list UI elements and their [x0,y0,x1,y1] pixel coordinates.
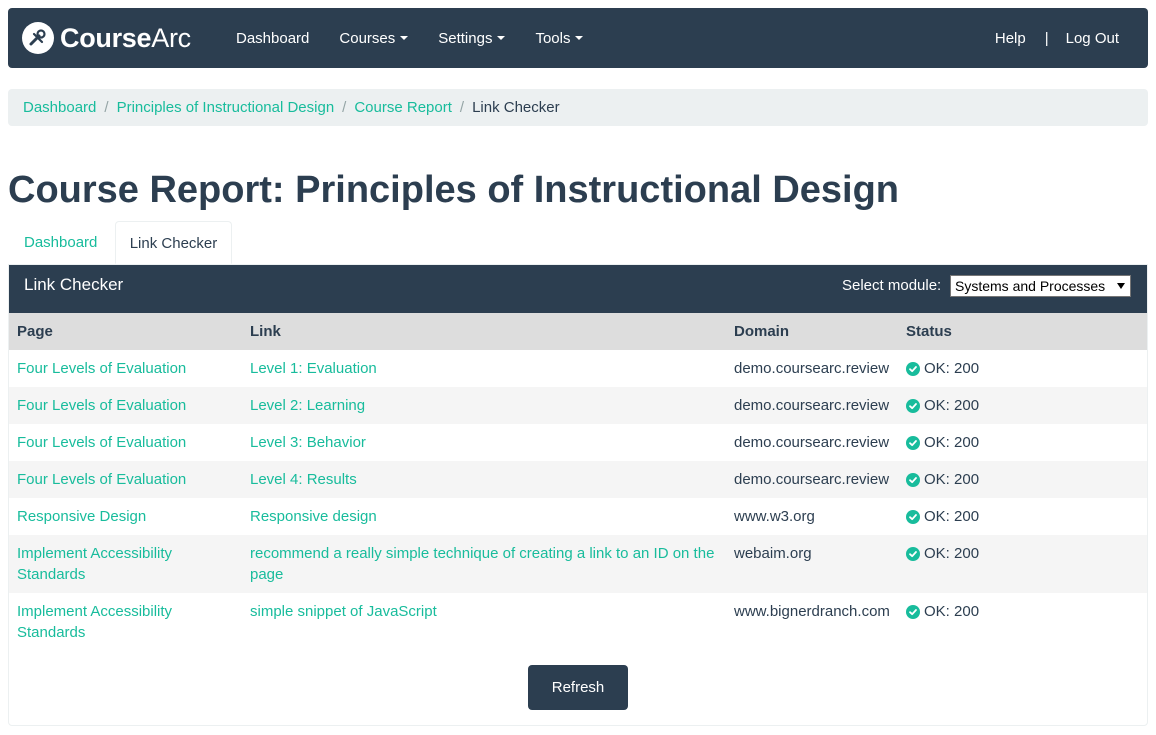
status-cell: OK: 200 [898,461,1147,498]
check-circle-icon [906,546,920,561]
page-link[interactable]: Responsive Design [9,498,242,535]
page-link[interactable]: Implement Accessibility Standards [9,535,242,593]
status-text: OK: 200 [924,545,980,562]
nav-settings-dropdown[interactable]: Settings [438,29,506,47]
logout-link[interactable]: Log Out [1066,30,1119,47]
breadcrumb-separator: / [459,99,465,116]
table-row: Four Levels of Evaluation Level 3: Behav… [9,424,1147,461]
page-link[interactable]: Four Levels of Evaluation [9,387,242,424]
status-cell: OK: 200 [898,424,1147,461]
page-link[interactable]: Four Levels of Evaluation [9,350,242,387]
status-text: OK: 200 [924,471,980,488]
status-text: OK: 200 [924,603,980,620]
domain-cell: www.w3.org [734,508,815,525]
domain-cell: demo.coursearc.review [734,360,890,377]
top-navbar: CourseArc Dashboard Courses Settings Too… [8,8,1148,68]
nav-separator: | [1044,29,1049,47]
page-title: Course Report: Principles of Instruction… [8,169,900,211]
breadcrumb-course-report[interactable]: Course Report [354,99,452,116]
table-row: Responsive Design Responsive design www.… [9,498,1147,535]
column-header-link: Link [242,313,726,350]
check-circle-icon [906,398,920,413]
nav-tools-dropdown[interactable]: Tools [535,29,584,47]
nav-label: Courses [339,29,396,47]
nav-label: Dashboard [236,29,310,47]
column-header-status: Status [898,313,1147,350]
breadcrumb-dashboard[interactable]: Dashboard [23,99,96,116]
table-header-row: Page Link Domain Status [9,313,1147,350]
wrench-icon [22,22,54,54]
tab-link-checker[interactable]: Link Checker [115,221,232,264]
status-cell: OK: 200 [898,387,1147,424]
domain-cell: webaim.org [726,535,898,593]
nav-courses-dropdown[interactable]: Courses [339,29,409,47]
checked-link[interactable]: simple snippet of JavaScript [242,593,726,651]
table-row: Four Levels of Evaluation Level 1: Evalu… [9,350,1147,387]
check-circle-icon [906,472,920,487]
breadcrumb: Dashboard / Principles of Instructional … [8,89,1148,126]
brand-name: CourseArc [60,23,191,53]
module-select-label: Select module: [842,277,942,294]
nav-label: Tools [535,29,571,47]
table-row: Implement Accessibility Standards recomm… [9,535,1147,593]
status-text: OK: 200 [924,434,980,451]
column-header-domain: Domain [726,313,898,350]
table-row: Implement Accessibility Standards simple… [9,593,1147,651]
nav-dashboard[interactable]: Dashboard [236,30,309,47]
table-row: Four Levels of Evaluation Level 4: Resul… [9,461,1147,498]
caret-down-icon [497,36,506,40]
main-nav: Dashboard Courses Settings Tools [236,8,613,68]
breadcrumb-separator: / [342,99,347,116]
status-cell: OK: 200 [898,593,1147,651]
status-text: OK: 200 [924,360,980,377]
check-circle-icon [906,509,920,524]
page-link[interactable]: Four Levels of Evaluation [9,424,242,461]
nav-label: Settings [438,29,493,47]
help-link[interactable]: Help [995,30,1026,47]
status-cell: OK: 200 [898,535,1147,593]
dropdown-arrow-icon [1117,283,1125,289]
breadcrumb-course[interactable]: Principles of Instructional Design [117,99,335,116]
module-select-value: Systems and Processes [955,278,1106,294]
panel-title: Link Checker [24,275,124,294]
breadcrumb-current: Link Checker [472,99,560,116]
refresh-button[interactable]: Refresh [528,665,628,710]
domain-cell: demo.coursearc.review [726,461,898,498]
link-table: Page Link Domain Status Four Levels of E… [9,313,1147,651]
domain-cell: www.bignerdranch.com [734,603,890,620]
breadcrumb-separator: / [104,99,109,116]
domain-cell: demo.coursearc.review [734,434,890,451]
page-link[interactable]: Implement Accessibility Standards [9,593,242,651]
page-link[interactable]: Four Levels of Evaluation [9,461,242,498]
brand-logo[interactable]: CourseArc [22,22,191,54]
checked-link[interactable]: Level 4: Results [242,461,726,498]
tab-dashboard[interactable]: Dashboard [8,221,113,264]
status-text: OK: 200 [924,508,980,525]
caret-down-icon [575,36,584,40]
checked-link[interactable]: Responsive design [242,498,726,535]
checked-link[interactable]: Level 1: Evaluation [242,350,726,387]
link-checker-panel: Link Checker Select module: Systems and … [8,264,1148,726]
status-cell: OK: 200 [898,498,1147,535]
report-tabs: Dashboard Link Checker [8,221,1148,264]
panel-header: Link Checker Select module: Systems and … [9,265,1147,313]
column-header-page: Page [9,313,242,350]
check-circle-icon [906,361,920,376]
check-circle-icon [906,604,920,619]
domain-cell: demo.coursearc.review [726,387,898,424]
user-nav: Help | Log Out [995,8,1119,68]
check-circle-icon [906,435,920,450]
module-select[interactable]: Systems and Processes [950,275,1131,297]
status-cell: OK: 200 [898,350,1147,387]
checked-link[interactable]: Level 3: Behavior [242,424,726,461]
caret-down-icon [400,36,409,40]
checked-link[interactable]: Level 2: Learning [242,387,726,424]
table-row: Four Levels of Evaluation Level 2: Learn… [9,387,1147,424]
checked-link[interactable]: recommend a really simple technique of c… [242,535,726,593]
status-text: OK: 200 [924,397,980,414]
